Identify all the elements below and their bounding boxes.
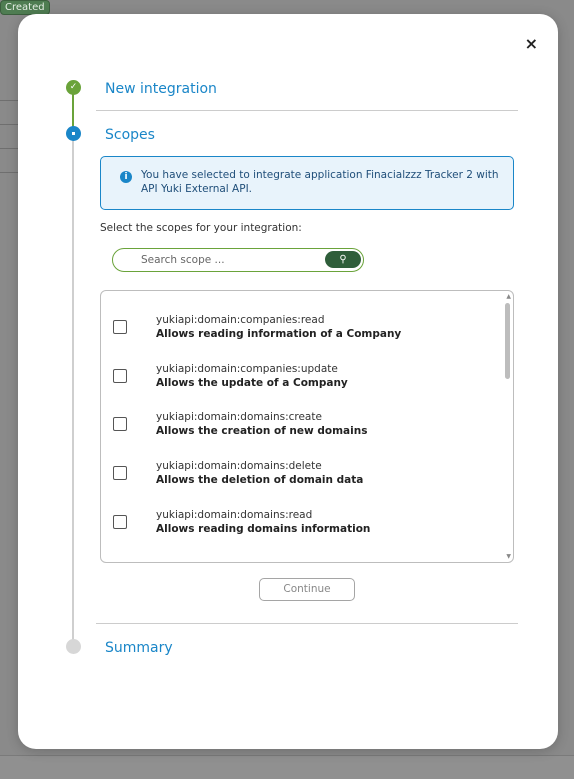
scope-item: yukiapi:domain:companies:update Allows t… bbox=[101, 347, 501, 396]
scope-item: yukiapi:domain:companies:read Allows rea… bbox=[101, 298, 501, 347]
scroll-up-icon[interactable]: ▲ bbox=[506, 293, 511, 300]
scope-checkbox[interactable] bbox=[113, 466, 127, 480]
scope-item: yukiapi:domain:domains:read Allows readi… bbox=[101, 493, 501, 542]
scope-item: yukiapi:domain:domains:create Allows the… bbox=[101, 395, 501, 444]
search-icon[interactable]: ⚲ bbox=[325, 251, 361, 268]
scope-description: Allows reading information of a Company bbox=[156, 328, 402, 340]
search-scope-field: ⚲ bbox=[112, 248, 364, 272]
scope-name: yukiapi:domain:domains:create bbox=[156, 411, 322, 423]
stepper-line bbox=[72, 87, 74, 647]
step-title-summary: Summary bbox=[105, 640, 173, 656]
scope-description: Allows the creation of new domains bbox=[156, 425, 368, 437]
scope-list-scrollbar[interactable]: ▲ ▼ bbox=[501, 291, 513, 562]
scope-name: yukiapi:domain:domains:read bbox=[156, 509, 313, 521]
step-active-icon bbox=[66, 126, 81, 141]
scope-name: yukiapi:domain:domains:delete bbox=[156, 460, 322, 472]
step-todo-icon bbox=[66, 639, 81, 654]
background-table-lines bbox=[0, 100, 20, 190]
scroll-down-icon[interactable]: ▼ bbox=[506, 553, 511, 560]
info-banner: i You have selected to integrate applica… bbox=[100, 156, 514, 210]
scope-name: yukiapi:domain:companies:read bbox=[156, 314, 325, 326]
scroll-thumb[interactable] bbox=[505, 303, 510, 379]
scope-name: yukiapi:domain:companies:update bbox=[156, 363, 338, 375]
scope-checkbox[interactable] bbox=[113, 369, 127, 383]
step-title-new-integration[interactable]: New integration bbox=[105, 81, 217, 97]
scope-description: Allows the deletion of domain data bbox=[156, 474, 364, 486]
background-footer bbox=[0, 755, 574, 779]
continue-button[interactable]: Continue bbox=[259, 578, 355, 601]
scope-checkbox[interactable] bbox=[113, 320, 127, 334]
step-divider bbox=[96, 110, 518, 111]
background-badge: Created bbox=[0, 0, 50, 15]
scopes-prompt: Select the scopes for your integration: bbox=[100, 222, 302, 234]
step-divider bbox=[96, 623, 518, 624]
scope-checkbox[interactable] bbox=[113, 515, 127, 529]
step-title-scopes: Scopes bbox=[105, 127, 155, 143]
search-scope-input[interactable] bbox=[141, 252, 311, 268]
info-icon: i bbox=[120, 171, 132, 183]
info-message: You have selected to integrate applicati… bbox=[141, 169, 499, 195]
scope-item: yukiapi:domain:domains:delete Allows the… bbox=[101, 444, 501, 493]
integration-modal: × ✓ New integration Scopes i You have se… bbox=[18, 14, 558, 749]
scope-description: Allows the update of a Company bbox=[156, 377, 348, 389]
scope-checkbox[interactable] bbox=[113, 417, 127, 431]
scope-list[interactable]: yukiapi:domain:companies:read Allows rea… bbox=[100, 290, 514, 563]
step-done-check-icon: ✓ bbox=[66, 80, 81, 95]
close-icon[interactable]: × bbox=[525, 36, 538, 52]
scope-description: Allows reading domains information bbox=[156, 523, 371, 535]
